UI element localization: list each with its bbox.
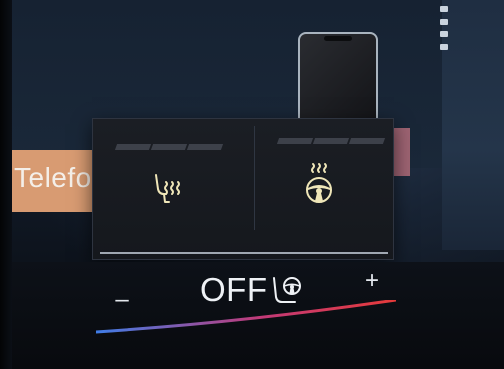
right-panel <box>442 0 504 250</box>
popup-divider <box>254 126 255 230</box>
media-tile[interactable] <box>394 128 410 176</box>
level-segment <box>186 144 224 150</box>
wheel-heating-level-indicator <box>276 138 386 144</box>
level-segment <box>276 138 314 144</box>
steering-wheel-heat-icon[interactable] <box>302 162 336 206</box>
seat-heating-level-indicator <box>114 144 224 150</box>
seat-heat-icon[interactable] <box>152 172 186 206</box>
phone-notch <box>324 36 352 41</box>
screen-bezel <box>0 0 12 369</box>
temperature-slider[interactable] <box>96 300 396 334</box>
popup-underline <box>100 252 388 254</box>
increase-button[interactable]: + <box>360 266 384 296</box>
level-segment <box>114 144 152 150</box>
level-segment <box>348 138 386 144</box>
panel-handle[interactable] <box>440 6 448 50</box>
telefon-tile[interactable]: Telefon <box>12 150 107 212</box>
level-segment <box>150 144 188 150</box>
level-segment <box>312 138 350 144</box>
